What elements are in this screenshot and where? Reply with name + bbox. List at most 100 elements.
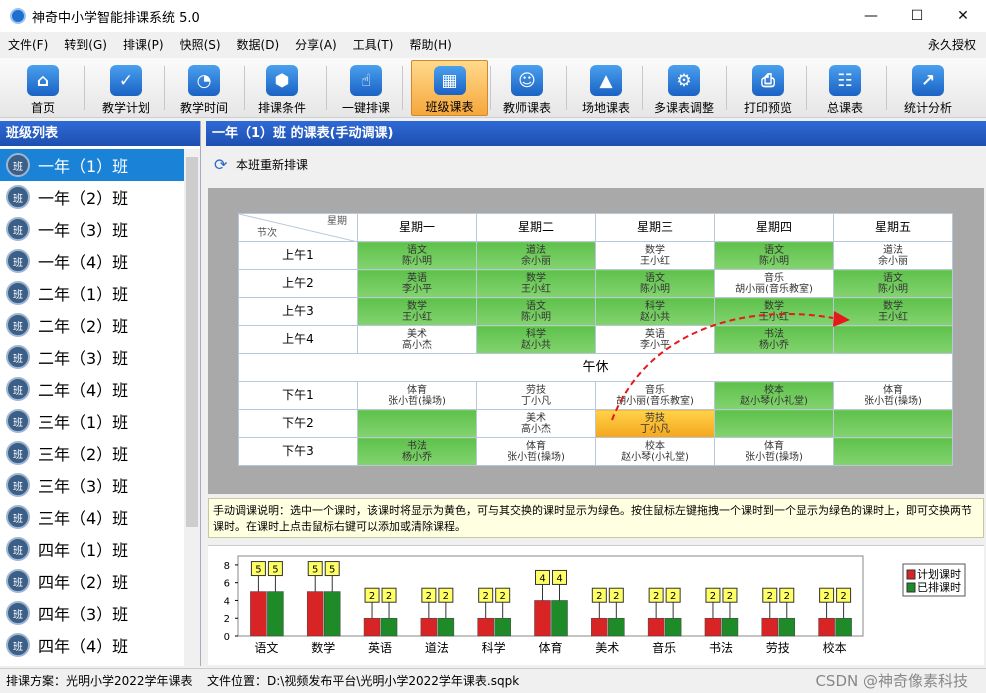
minimize-button[interactable]: — — [848, 0, 894, 32]
lesson-cell[interactable]: 英语 李小平 — [595, 325, 715, 354]
class-list-item[interactable]: 班三年（2）班 — [0, 437, 184, 469]
menu-item[interactable]: 文件(F) — [0, 34, 56, 56]
lesson-cell[interactable] — [714, 409, 834, 438]
title-bar: 神奇中小学智能排课系统 5.0 — ☐ ✕ — [0, 0, 986, 32]
toolbar-button[interactable]: ⌂ 首页 — [18, 60, 68, 116]
menu-item[interactable]: 帮助(H) — [401, 34, 459, 56]
class-list-item[interactable]: 班四年（3）班 — [0, 597, 184, 629]
table-row: 上午4 美术 高小杰 科学 赵小共 英语 李小平 书法 杨小乔 — [238, 325, 953, 354]
class-list-item[interactable]: 班二年（2）班 — [0, 309, 184, 341]
toolbar-button[interactable]: ⬢ 排课条件 — [252, 60, 312, 116]
class-list-item[interactable]: 班一年（4）班 — [0, 245, 184, 277]
toolbar-button[interactable]: ◔ 教学时间 — [172, 60, 236, 116]
hours-chart: 02468 5 5语文5 5数学2 2英语2 2道法2 2科学4 4体育2 2美术2 2音乐2 2书… — [224, 555, 966, 655]
lesson-subject: 劳技 — [526, 384, 546, 396]
x-category-label: 体育 — [538, 640, 562, 655]
lesson-subject: 英语 — [645, 328, 665, 340]
menu-item[interactable]: 数据(D) — [229, 34, 288, 56]
class-label: 三年（2）班 — [38, 445, 129, 464]
lesson-teacher: 赵小共 — [640, 311, 670, 323]
class-list-item[interactable]: 班三年（1）班 — [0, 405, 184, 437]
toolbar-button[interactable]: ✓ 教学计划 — [94, 60, 158, 116]
noon-break-row: 午休 — [238, 353, 953, 382]
lesson-cell[interactable]: 体育 张小哲(操场) — [357, 381, 477, 410]
table-row: 下午1 体育 张小哲(操场) 劳技 丁小凡 音乐 胡小丽(音乐教室) 校本 赵小琴(小礼堂) 体育… — [238, 381, 953, 410]
period-label: 上午1 — [238, 241, 358, 270]
lesson-subject: 语文 — [526, 300, 546, 312]
toolbar-button[interactable]: ☷ 总课表 — [814, 60, 876, 116]
class-list-item[interactable]: 班二年（1）班 — [0, 277, 184, 309]
bar-value-label: 4 — [556, 573, 562, 584]
lesson-cell[interactable]: 数学 王小红 — [357, 297, 477, 326]
scroll-thumb[interactable] — [186, 157, 198, 527]
lesson-cell[interactable]: 书法 杨小乔 — [714, 325, 834, 354]
lesson-cell[interactable]: 音乐 胡小丽(音乐教室) — [714, 269, 834, 298]
lesson-cell[interactable]: 数学 王小红 — [595, 241, 715, 270]
toolbar-button[interactable]: ☺ 教师课表 — [498, 60, 556, 116]
lesson-cell[interactable]: 校本 赵小琴(小礼堂) — [714, 381, 834, 410]
menu-item[interactable]: 分享(A) — [287, 34, 345, 56]
lesson-teacher: 余小丽 — [521, 255, 551, 267]
lesson-cell[interactable]: 语文 陈小明 — [833, 269, 953, 298]
toolbar-icon: ☝ — [350, 65, 382, 96]
class-list-item[interactable]: 班二年（3）班 — [0, 341, 184, 373]
bar — [363, 617, 381, 637]
toolbar-button[interactable]: ⎙ 打印预览 — [734, 60, 802, 116]
lesson-cell[interactable]: 语文 陈小明 — [595, 269, 715, 298]
class-list-item[interactable]: 班三年（3）班 — [0, 469, 184, 501]
lesson-cell[interactable]: 道法 余小丽 — [476, 241, 596, 270]
lesson-cell[interactable]: 体育 张小哲(操场) — [476, 437, 596, 466]
lesson-cell[interactable]: 体育 张小哲(操场) — [714, 437, 834, 466]
toolbar-button[interactable]: ↗ 统计分析 — [894, 60, 962, 116]
schedule-table: 星期 节次 星期一 星期二 星期三 星期四 星期五 上午1 语文 陈小明 道法 余小丽 数学 王小红 语文陈… — [238, 213, 953, 466]
lesson-cell[interactable]: 数学 王小红 — [833, 297, 953, 326]
lesson-cell[interactable]: 科学 赵小共 — [595, 297, 715, 326]
lesson-cell[interactable] — [833, 325, 953, 354]
lesson-cell[interactable]: 数学 王小红 — [714, 297, 834, 326]
lesson-cell[interactable]: 英语 李小平 — [357, 269, 477, 298]
class-list-item[interactable]: 班三年（4）班 — [0, 501, 184, 533]
lesson-cell[interactable]: 音乐 胡小丽(音乐教室) — [595, 381, 715, 410]
lesson-cell[interactable]: 科学 赵小共 — [476, 325, 596, 354]
class-list-item[interactable]: 班二年（4）班 — [0, 373, 184, 405]
lesson-cell[interactable]: 语文 陈小明 — [714, 241, 834, 270]
lesson-cell[interactable]: 美术 高小杰 — [476, 409, 596, 438]
toolbar-button[interactable]: ▦ 班级课表 — [411, 60, 488, 116]
toolbar-button[interactable]: ▲ 场地课表 — [574, 60, 638, 116]
period-label: 上午2 — [238, 269, 358, 298]
class-list-item[interactable]: 班一年（1）班 — [0, 149, 184, 181]
toolbar-button[interactable]: ☝ 一键排课 — [336, 60, 396, 116]
close-button[interactable]: ✕ — [940, 0, 986, 32]
legend-label: 已排课时 — [917, 580, 961, 594]
lesson-teacher: 张小哲(操场) — [388, 395, 446, 407]
lesson-cell[interactable] — [833, 437, 953, 466]
lesson-cell[interactable]: 语文 陈小明 — [357, 241, 477, 270]
lesson-cell[interactable]: 美术 高小杰 — [357, 325, 477, 354]
lesson-cell[interactable]: 数学 王小红 — [476, 269, 596, 298]
class-list-item[interactable]: 班四年（1）班 — [0, 533, 184, 565]
maximize-button[interactable]: ☐ — [894, 0, 940, 32]
lesson-subject: 体育 — [407, 384, 427, 396]
lesson-cell[interactable]: 劳技 丁小凡 — [476, 381, 596, 410]
lesson-cell[interactable] — [833, 409, 953, 438]
menu-item[interactable]: 快照(S) — [172, 34, 229, 56]
lesson-cell[interactable] — [357, 409, 477, 438]
class-list-item[interactable]: 班四年（4）班 — [0, 629, 184, 661]
class-list-item[interactable]: 班一年（3）班 — [0, 213, 184, 245]
rebuild-class-button[interactable]: ⟳ 本班重新排课 — [214, 155, 308, 174]
toolbar-button[interactable]: ⚙ 多课表调整 — [648, 60, 720, 116]
lesson-teacher: 高小杰 — [402, 339, 432, 351]
menu-item[interactable]: 转到(G) — [56, 34, 115, 56]
class-list-scrollbar[interactable] — [184, 149, 200, 666]
menu-item[interactable]: 排课(P) — [115, 34, 172, 56]
bar — [704, 617, 722, 637]
lesson-cell[interactable]: 书法 杨小乔 — [357, 437, 477, 466]
lesson-cell[interactable]: 劳技 丁小凡 — [595, 409, 715, 438]
lesson-cell[interactable]: 校本 赵小琴(小礼堂) — [595, 437, 715, 466]
class-list-item[interactable]: 班一年（2）班 — [0, 181, 184, 213]
lesson-cell[interactable]: 语文 陈小明 — [476, 297, 596, 326]
class-list-item[interactable]: 班四年（2）班 — [0, 565, 184, 597]
lesson-cell[interactable]: 道法 余小丽 — [833, 241, 953, 270]
menu-item[interactable]: 工具(T) — [345, 34, 402, 56]
lesson-cell[interactable]: 体育 张小哲(操场) — [833, 381, 953, 410]
